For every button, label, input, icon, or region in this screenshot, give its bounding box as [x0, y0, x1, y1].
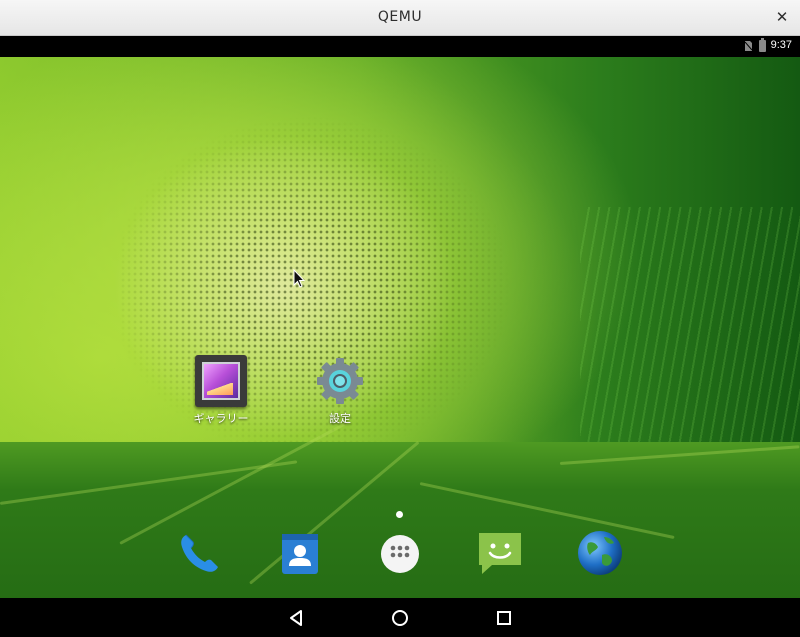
dock-contacts[interactable] — [276, 529, 324, 577]
window-close-button[interactable]: ✕ — [774, 8, 790, 26]
app-drawer-icon — [381, 535, 419, 573]
dock-phone[interactable] — [176, 529, 224, 577]
phone-icon — [181, 534, 218, 572]
messaging-icon — [479, 533, 521, 574]
home-icon[interactable] — [388, 606, 412, 630]
mouse-cursor-icon — [293, 269, 305, 288]
no-sim-icon — [745, 41, 752, 51]
status-clock: 9:37 — [770, 39, 792, 51]
page-indicator-dot — [396, 511, 403, 518]
recents-icon[interactable] — [492, 606, 516, 630]
dock-browser[interactable] — [576, 529, 624, 577]
window-titlebar: QEMU ✕ — [0, 0, 800, 36]
android-navigation-bar — [0, 598, 800, 637]
browser-globe-icon — [578, 531, 622, 575]
battery-icon — [759, 38, 766, 52]
android-status-bar: 9:37 — [0, 36, 800, 57]
app-settings-label: 設定 — [329, 412, 351, 425]
home-screen[interactable]: ギャラリー 設定 — [0, 57, 800, 598]
contacts-icon — [282, 534, 318, 574]
app-settings[interactable]: 設定 — [300, 355, 380, 426]
window-title: QEMU — [377, 9, 423, 25]
settings-gear-icon — [317, 358, 363, 404]
app-gallery[interactable]: ギャラリー — [181, 355, 261, 426]
back-icon[interactable] — [284, 606, 308, 630]
dock-messaging[interactable] — [476, 529, 524, 577]
gallery-icon — [195, 355, 247, 407]
dock-app-drawer[interactable] — [376, 530, 424, 578]
app-gallery-label: ギャラリー — [193, 412, 249, 425]
